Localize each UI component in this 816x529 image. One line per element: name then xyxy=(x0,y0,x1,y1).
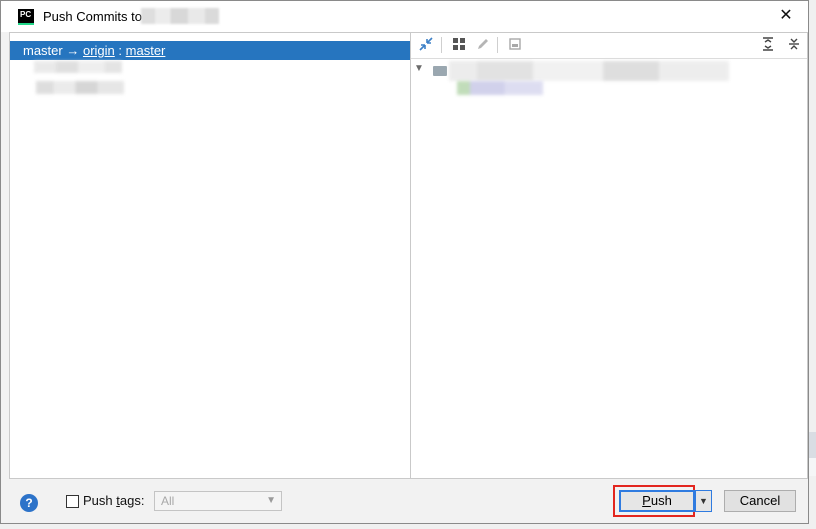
expand-all-icon[interactable] xyxy=(759,36,777,54)
dialog-footer: ? Push tags: All ▼ Push ▼ Cancel xyxy=(1,479,808,523)
branch-separator: : xyxy=(118,43,123,58)
toolbar-separator xyxy=(497,37,498,53)
tags-select-value: All xyxy=(161,494,175,508)
push-tags-checkbox[interactable] xyxy=(66,495,79,508)
diff-icon[interactable] xyxy=(506,36,524,54)
tags-select-disabled: All ▼ xyxy=(154,491,282,511)
chevron-down-icon: ▼ xyxy=(699,496,708,506)
redacted-commit-2[interactable] xyxy=(36,81,124,94)
collapse-all-icon[interactable] xyxy=(785,36,803,54)
push-commits-dialog: PC Push Commits to ✕ master → origin : m… xyxy=(0,0,809,524)
remote-branch-link[interactable]: master xyxy=(126,43,166,58)
push-tags-label: Push tags: xyxy=(83,493,144,508)
chevron-down-icon: ▼ xyxy=(266,495,276,506)
close-icon: ✕ xyxy=(779,7,793,24)
redacted-changed-file[interactable] xyxy=(457,81,543,95)
redacted-repository-name xyxy=(141,8,219,24)
folder-icon xyxy=(433,66,447,76)
help-button[interactable]: ? xyxy=(20,494,38,512)
group-icon[interactable] xyxy=(450,36,468,54)
close-button[interactable]: ✕ xyxy=(771,3,801,29)
cancel-button[interactable]: Cancel xyxy=(724,490,796,512)
redacted-commit-1[interactable] xyxy=(34,61,122,73)
tree-chevron-down-icon[interactable]: ▼ xyxy=(414,63,424,74)
expand-arrows-icon[interactable] xyxy=(417,36,435,54)
branch-list-pane: master → origin : master xyxy=(10,33,411,478)
changes-toolbar xyxy=(411,33,807,59)
push-label-mnemonic: P xyxy=(642,493,651,508)
edit-icon[interactable] xyxy=(474,36,492,54)
remote-link[interactable]: origin xyxy=(83,43,115,58)
redacted-folder-path[interactable] xyxy=(449,61,729,81)
local-branch: master xyxy=(23,43,63,58)
push-options-dropdown[interactable]: ▼ xyxy=(695,490,712,512)
push-button[interactable]: Push xyxy=(619,490,695,512)
toolbar-separator xyxy=(441,37,442,53)
push-tags-label-suffix: ags: xyxy=(119,493,145,508)
title-bar: PC Push Commits to ✕ xyxy=(1,1,808,32)
push-label-rest: ush xyxy=(650,493,672,508)
dialog-content: master → origin : master ▼ xyxy=(9,32,808,479)
branch-row[interactable]: master → origin : master xyxy=(10,41,410,60)
changes-pane: ▼ xyxy=(411,33,807,478)
arrow-glyph: → xyxy=(66,43,80,58)
pycharm-logo-icon: PC xyxy=(18,9,34,25)
push-tags-label-prefix: Push xyxy=(83,493,117,508)
window-title: Push Commits to xyxy=(43,9,142,24)
